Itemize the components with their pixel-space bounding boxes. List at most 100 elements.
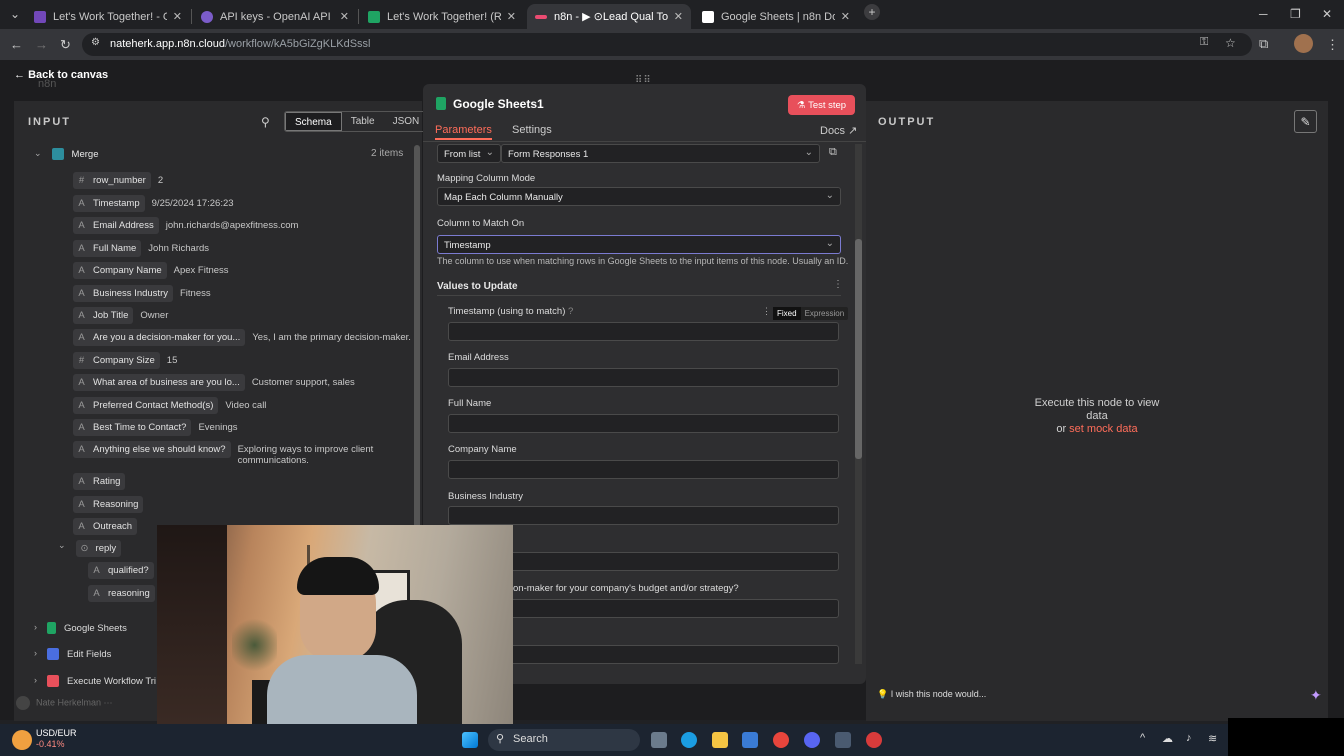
field-chip[interactable]: # Company Size (73, 352, 160, 369)
tab-n8n-docs[interactable]: Google Sheets | n8n Docs ✕ (694, 4, 858, 29)
discord-icon[interactable] (804, 732, 820, 748)
edit-output-button[interactable]: ✎ (1294, 110, 1317, 133)
tab-sheets-responses[interactable]: Let's Work Together! (Response ✕ (360, 4, 524, 29)
task-view-icon[interactable] (651, 732, 667, 748)
fixed-option[interactable]: Fixed (773, 307, 801, 320)
profile-avatar[interactable] (1294, 34, 1313, 53)
tray-chevron-icon[interactable]: ^ (1140, 732, 1145, 744)
field-chip[interactable]: A Anything else we should know? (73, 441, 231, 458)
more-options-icon[interactable]: ⋮ (833, 279, 843, 290)
tab-google-form[interactable]: Let's Work Together! - Google ✕ (26, 4, 190, 29)
field-row[interactable]: A Timestamp 9/25/2024 17:26:23 (73, 195, 234, 212)
site-info-icon[interactable]: ⚙ (91, 37, 100, 48)
address-bar[interactable]: ⚙ nateherk.app.n8n.cloud/workflow/kA5bGi… (82, 33, 1252, 56)
tab-parameters[interactable]: Parameters (435, 124, 492, 140)
field-row[interactable]: # row_number 2 (73, 172, 163, 189)
field-row[interactable]: A Anything else we should know? Exploring … (73, 441, 373, 466)
field-chip[interactable]: A Business Industry (73, 285, 173, 302)
mic-icon[interactable]: ♪ (1186, 732, 1192, 744)
ai-assistant-icon[interactable]: ✦ (1310, 687, 1322, 704)
google-sheets-node-row[interactable]: › Google Sheets (34, 622, 127, 634)
close-window-button[interactable]: ✕ (1322, 7, 1332, 21)
close-icon[interactable]: ✕ (173, 10, 182, 23)
windows-start-icon[interactable] (462, 732, 478, 748)
sheet-mode-select[interactable]: From list ⌄ (437, 144, 501, 163)
chrome-icon[interactable] (773, 732, 789, 748)
field-chip[interactable]: Aqualified? (88, 562, 154, 579)
help-icon[interactable]: ? (568, 306, 573, 317)
json-view-button[interactable]: JSON (384, 112, 429, 131)
reply-row[interactable]: ⌄ ⊙ reply (58, 540, 122, 557)
field-chip[interactable]: Areasoning (88, 585, 155, 602)
expression-option[interactable]: Expression (801, 307, 849, 320)
recorder-icon[interactable] (866, 732, 882, 748)
input-scrollbar[interactable] (414, 145, 420, 530)
search-icon[interactable]: ⚲ (261, 115, 270, 129)
tab-n8n-active[interactable]: n8n - ▶ ⊙Lead Qual Tool ✕ (527, 4, 691, 29)
field-row[interactable]: A Outreach (73, 518, 138, 535)
fixed-expression-toggle[interactable]: Fixed Expression (773, 307, 849, 320)
more-options-icon[interactable]: ⋮ (762, 306, 771, 317)
sheet-select[interactable]: Form Responses 1 ⌄ (501, 144, 820, 163)
field-row[interactable]: A Email Address john.richards@apexfitness.… (73, 217, 298, 234)
store-icon[interactable] (742, 732, 758, 748)
field-chip[interactable]: A Timestamp (73, 195, 145, 212)
close-icon[interactable]: ✕ (340, 10, 349, 23)
field-chip[interactable]: A Company Name (73, 262, 167, 279)
close-icon[interactable]: ✕ (507, 10, 516, 23)
chevron-right-icon[interactable]: › (34, 648, 37, 658)
mapping-mode-select[interactable]: Map Each Column Manually ⌄ (437, 187, 841, 206)
new-tab-button[interactable]: + (864, 4, 880, 20)
bookmark-star-icon[interactable]: ☆ (1225, 36, 1236, 50)
edge-icon[interactable] (681, 732, 697, 748)
tab-settings[interactable]: Settings (512, 124, 552, 136)
onedrive-icon[interactable]: ☁ (1162, 732, 1173, 745)
chevron-down-icon[interactable]: ⌄ (58, 540, 66, 551)
timestamp-input[interactable] (448, 322, 839, 341)
field-row[interactable]: # Company Size 15 (73, 352, 177, 369)
field-chip[interactable]: A Email Address (73, 217, 159, 234)
field-chip[interactable]: A Preferred Contact Method(s) (73, 397, 219, 414)
field-row[interactable]: A Rating (73, 473, 126, 490)
close-icon[interactable]: ✕ (674, 10, 683, 23)
extensions-icon[interactable]: ⧉ (1259, 36, 1268, 52)
field-chip[interactable]: # row_number (73, 172, 151, 189)
menu-icon[interactable]: ⋮ (1326, 37, 1339, 53)
ticker-widget[interactable]: USD/EUR -0.41% (36, 728, 77, 750)
close-icon[interactable]: ✕ (841, 10, 850, 23)
open-sheet-icon[interactable]: ⧉ (829, 146, 837, 159)
chevron-right-icon[interactable]: › (34, 622, 37, 632)
feedback-prompt[interactable]: 💡 I wish this node would... (877, 689, 986, 700)
field-chip[interactable]: A Outreach (73, 518, 138, 535)
back-to-canvas-button[interactable]: ← Back to canvas (14, 69, 108, 81)
back-icon[interactable]: ← (10, 37, 23, 52)
field-chip[interactable]: A Full Name (73, 240, 142, 257)
password-key-icon[interactable]: ⚿ (1200, 36, 1208, 49)
match-column-select[interactable]: Timestamp ⌄ (437, 235, 841, 254)
field-row[interactable]: A Full Name John Richards (73, 240, 209, 257)
minimize-button[interactable]: ─ (1259, 7, 1268, 21)
business-industry-input[interactable] (448, 506, 839, 525)
execute-workflow-node-row[interactable]: › Execute Workflow Tri (34, 675, 156, 687)
company-name-input[interactable] (448, 460, 839, 479)
forward-icon[interactable]: → (35, 37, 48, 52)
field-chip[interactable]: A Reasoning (73, 496, 144, 513)
docs-link[interactable]: Docs ↗ (820, 124, 857, 137)
node-title[interactable]: Google Sheets1 (453, 97, 544, 111)
restore-button[interactable]: ❐ (1290, 7, 1301, 21)
field-row[interactable]: A Business Industry Fitness (73, 285, 211, 302)
camera-app-icon[interactable] (835, 732, 851, 748)
tab-search-icon[interactable]: ⌄ (10, 7, 20, 21)
field-row[interactable]: A Best Time to Contact? Evenings (73, 419, 238, 436)
chevron-down-icon[interactable]: ⌄ (34, 148, 42, 159)
field-chip[interactable]: A Best Time to Contact? (73, 419, 192, 436)
field-chip[interactable]: A Rating (73, 473, 126, 490)
field-row[interactable]: A Job Title Owner (73, 307, 168, 324)
schema-view-button[interactable]: Schema (285, 112, 342, 131)
modal-scrollbar[interactable] (855, 144, 862, 664)
field-row[interactable]: A Reasoning (73, 496, 144, 513)
weather-widget-icon[interactable] (12, 730, 32, 750)
tab-openai[interactable]: API keys - OpenAI API ✕ (193, 4, 357, 29)
test-step-button[interactable]: ⚗ Test step (788, 95, 855, 115)
field-chip[interactable]: A Are you a decision-maker for you... (73, 329, 246, 346)
